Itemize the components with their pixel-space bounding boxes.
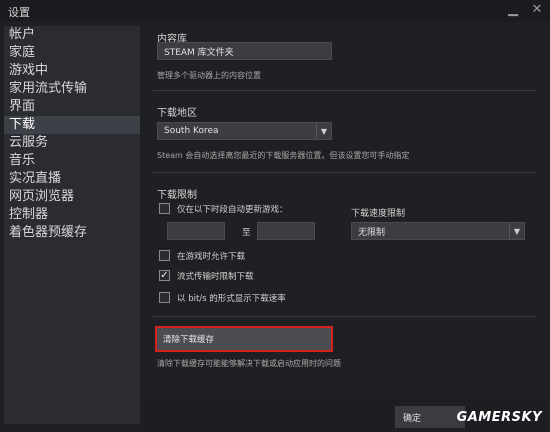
region-title: 下载地区: [157, 108, 197, 119]
sidebar-item-account[interactable]: 帐户: [4, 26, 140, 44]
auto-update-label: 仅在以下时段自动更新游戏：: [177, 205, 288, 215]
speed-limit-dropdown[interactable]: 无限制 ▼: [351, 222, 525, 240]
allow-ingame-label: 在游戏时允许下载: [177, 252, 246, 262]
sidebar-item-downloads[interactable]: 下载: [4, 116, 140, 134]
to-label: 至: [242, 228, 251, 238]
chevron-down-icon: ▼: [509, 223, 524, 239]
sidebar-item-remote-play[interactable]: 家用流式传输: [4, 80, 140, 98]
speed-limit-selected: 无限制: [358, 227, 386, 238]
bits-checkbox[interactable]: [159, 292, 170, 303]
limits-title: 下载限制: [157, 190, 197, 201]
watermark-logo: GAMERSKY: [456, 410, 542, 425]
steam-library-folders-button[interactable]: STEAM 库文件夹: [157, 42, 332, 60]
clear-download-cache-button[interactable]: 清除下载缓存: [155, 326, 333, 352]
auto-update-checkbox[interactable]: [159, 203, 170, 214]
sidebar-item-cloud[interactable]: 云服务: [4, 134, 140, 152]
region-dropdown[interactable]: South Korea ▼: [157, 122, 332, 140]
check-icon: ✓: [160, 270, 169, 281]
ok-button[interactable]: 确定: [395, 406, 465, 428]
divider: [153, 172, 537, 173]
sidebar-item-broadcasting[interactable]: 实况直播: [4, 170, 140, 188]
end-time-input[interactable]: [257, 222, 315, 240]
throttle-streaming-checkbox[interactable]: ✓: [159, 270, 170, 281]
downloads-panel: 内容库 STEAM 库文件夹 管理多个驱动器上的内容位置 下载地区 South …: [145, 22, 545, 398]
divider: [153, 90, 537, 91]
title-bar: 设置 ▁ ✕: [0, 0, 550, 22]
library-description: 管理多个驱动器上的内容位置: [157, 71, 261, 80]
settings-sidebar: 帐户 家庭 游戏中 家用流式传输 界面 下载 云服务 音乐 实况直播 网页浏览器…: [4, 26, 140, 424]
divider: [153, 316, 537, 317]
sidebar-item-web-browser[interactable]: 网页浏览器: [4, 188, 140, 206]
sidebar-item-music[interactable]: 音乐: [4, 152, 140, 170]
chevron-down-icon: ▼: [316, 123, 331, 139]
cache-description: 清除下载缓存可能能够解决下载或启动应用时的问题: [157, 359, 341, 368]
close-icon[interactable]: ✕: [530, 3, 544, 17]
sidebar-item-interface[interactable]: 界面: [4, 98, 140, 116]
window-title: 设置: [8, 6, 30, 19]
throttle-streaming-label: 流式传输时限制下载: [177, 272, 254, 282]
sidebar-item-shader-cache[interactable]: 着色器预缓存: [4, 224, 140, 242]
region-description: Steam 会自动选择离您最近的下载服务器位置。但该设置您可手动指定: [157, 151, 410, 160]
sidebar-item-in-game[interactable]: 游戏中: [4, 62, 140, 80]
speed-limit-label: 下载速度限制: [351, 209, 406, 219]
sidebar-item-controller[interactable]: 控制器: [4, 206, 140, 224]
minimize-icon[interactable]: ▁: [506, 3, 520, 17]
allow-ingame-checkbox[interactable]: [159, 250, 170, 261]
window-controls: ▁ ✕: [506, 3, 544, 17]
region-selected: South Korea: [164, 126, 219, 136]
bits-label: 以 bit/s 的形式显示下载速率: [177, 294, 286, 304]
sidebar-item-family[interactable]: 家庭: [4, 44, 140, 62]
start-time-input[interactable]: [167, 222, 225, 240]
